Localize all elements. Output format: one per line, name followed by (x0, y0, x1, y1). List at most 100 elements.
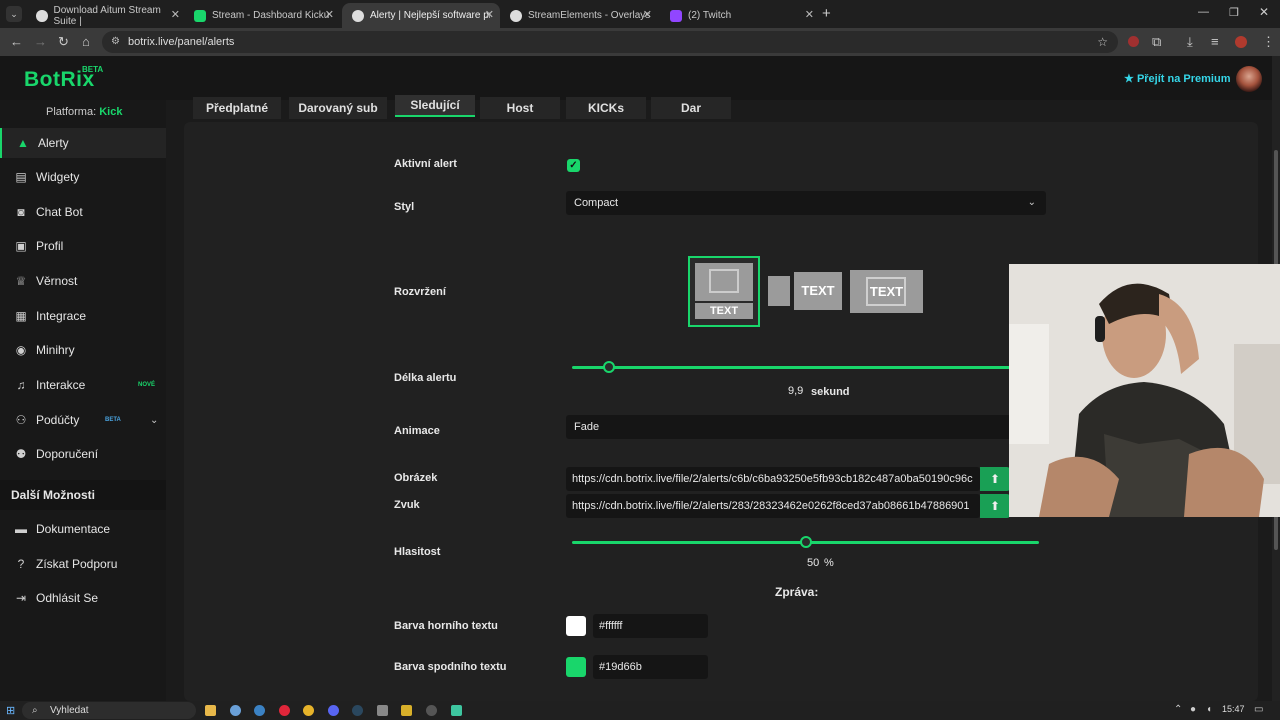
browser-menu-icon[interactable]: ⋮ (1262, 34, 1275, 50)
extension-avatar-icon[interactable] (1128, 36, 1139, 47)
webcam-image (1009, 264, 1280, 517)
style-select[interactable]: Compact ⌄ (566, 191, 1046, 215)
forward-icon[interactable]: → (34, 34, 47, 49)
users-icon: ⚇ (15, 413, 27, 427)
style-select-value: Compact (574, 197, 619, 209)
close-tab-icon[interactable]: ✕ (643, 8, 652, 21)
media-icon[interactable]: ≡ (1211, 34, 1219, 49)
sidebar-item-chat-bot[interactable]: ◙ Chat Bot (0, 197, 166, 227)
upload-sound-button[interactable]: ⬆ (980, 494, 1010, 518)
tab-predplatne[interactable]: Předplatné (193, 97, 281, 119)
tab-host[interactable]: Host (480, 97, 560, 119)
volume-icon[interactable]: ◖ (1206, 704, 1212, 715)
close-window-icon[interactable]: ✕ (1259, 5, 1269, 19)
tab-darovany-sub[interactable]: Darovaný sub (289, 97, 387, 119)
upload-image-button[interactable]: ⬆ (980, 467, 1010, 491)
bottom-text-color-swatch[interactable] (566, 657, 586, 677)
sidebar-item-alerty[interactable]: ▲ Alerty (0, 128, 166, 158)
app-icon[interactable] (230, 705, 241, 716)
user-avatar[interactable] (1236, 66, 1262, 92)
sidebar-item-poducty[interactable]: ⚇ Podúčty BETA ⌄ (0, 405, 166, 435)
opera-icon[interactable] (279, 705, 290, 716)
sidebar-item-minihry[interactable]: ◉ Minihry (0, 335, 166, 365)
restore-icon[interactable]: ❐ (1229, 6, 1239, 19)
premium-link[interactable]: ★ Přejít na Premium (1124, 72, 1230, 85)
close-tab-icon[interactable]: ✕ (325, 8, 334, 21)
download-icon[interactable]: ⤓ (1187, 34, 1193, 50)
tab-sledujici[interactable]: Sledující (395, 95, 475, 117)
sidebar-item-doporuceni[interactable]: ⚉ Doporučení (0, 439, 166, 469)
layout-text-label: TEXT (869, 284, 904, 299)
sidebar: Platforma: Kick ▲ Alerty ▤ Widgety ◙ Cha… (0, 100, 166, 701)
discord-icon[interactable] (328, 705, 339, 716)
tray-chevron-icon[interactable]: ⌃ (1174, 704, 1182, 715)
app-icon[interactable] (451, 705, 462, 716)
chrome-icon[interactable] (303, 705, 314, 716)
sidebar-item-label: Odhlásit Se (36, 591, 99, 605)
close-tab-icon[interactable]: ✕ (805, 8, 814, 21)
sidebar-item-profil[interactable]: ▣ Profil (0, 231, 166, 261)
url-field[interactable]: ⚙ botrix.live/panel/alerts ☆ (102, 31, 1118, 53)
layout-option-side[interactable]: TEXT (768, 272, 842, 310)
tab-menu-button[interactable]: ⌄ (6, 6, 22, 22)
close-tab-icon[interactable]: ✕ (485, 8, 494, 21)
browser-tab[interactable]: StreamElements - Overlays ✕ (500, 3, 658, 28)
clock[interactable]: 15:47 (1222, 704, 1245, 714)
duration-slider-track[interactable] (572, 366, 1039, 369)
sidebar-item-dokumentace[interactable]: ▬ Dokumentace (0, 514, 166, 544)
app-icon[interactable] (426, 705, 437, 716)
image-placeholder-icon (768, 276, 790, 306)
layout-option-overlay[interactable]: TEXT (850, 270, 923, 313)
browser-tab-active[interactable]: Alerty | Nejlepší software pro v ✕ (342, 3, 500, 28)
animation-label: Animace (394, 425, 440, 437)
duration-unit: sekund (811, 386, 850, 398)
tab-favicon-icon (36, 9, 48, 22)
browser-tab[interactable]: Download Aitum Stream Suite | ✕ (26, 3, 186, 28)
steam-icon[interactable] (352, 705, 363, 716)
reload-icon[interactable]: ↻ (58, 34, 69, 50)
browser-tab[interactable]: (2) Twitch ✕ (660, 3, 820, 28)
start-icon[interactable]: ⊞ (6, 704, 15, 717)
layout-option-stacked[interactable]: TEXT (688, 256, 760, 327)
new-tab-icon[interactable]: + (822, 5, 831, 22)
sidebar-item-interakce[interactable]: ♫ Interakce NOVÉ (0, 370, 166, 400)
tab-dar[interactable]: Dar (651, 97, 731, 119)
back-icon[interactable]: ← (10, 34, 23, 49)
extensions-icon[interactable]: ⧉ (1152, 34, 1161, 50)
top-text-color-input[interactable]: #ffffff (593, 614, 708, 638)
volume-slider-handle[interactable] (799, 536, 812, 548)
sidebar-item-label: Podúčty (36, 413, 80, 427)
app-icon[interactable] (377, 705, 388, 716)
site-info-icon[interactable]: ⚙ (111, 31, 120, 53)
image-label: Obrázek (394, 472, 438, 484)
animation-select[interactable]: Fade (566, 415, 1046, 439)
tab-favicon-icon (510, 9, 522, 22)
bookmark-star-icon[interactable]: ☆ (1097, 31, 1108, 53)
sound-url-input[interactable]: https://cdn.botrix.live/file/2/alerts/28… (566, 494, 980, 518)
minimize-icon[interactable]: — (1198, 6, 1209, 18)
sidebar-item-odhlasit[interactable]: ⇥ Odhlásit Se (0, 583, 166, 613)
top-text-color-swatch[interactable] (566, 616, 586, 636)
sidebar-item-vernost[interactable]: ♕ Věrnost (0, 266, 166, 296)
bottom-text-color-input[interactable]: #19d66b (593, 655, 708, 679)
microphone-icon[interactable]: ● (1190, 704, 1196, 715)
app-icon[interactable] (254, 705, 265, 716)
tab-kicks[interactable]: KICKs (566, 97, 646, 119)
close-tab-icon[interactable]: ✕ (171, 8, 180, 21)
layout-text-label: TEXT (794, 272, 842, 310)
active-alert-checkbox[interactable]: ✓ (567, 159, 580, 172)
app-icon[interactable] (401, 705, 412, 716)
home-icon[interactable]: ⌂ (82, 34, 90, 49)
taskbar-search[interactable]: ⌕ Vyhledat (22, 702, 196, 719)
bottom-text-color-label: Barva spodního textu (394, 661, 507, 673)
sidebar-item-widgety[interactable]: ▤ Widgety (0, 162, 166, 192)
sidebar-item-podpora[interactable]: ? Získat Podporu (0, 549, 166, 579)
file-explorer-icon[interactable] (205, 705, 216, 716)
notification-icon[interactable]: ▭ (1254, 704, 1263, 715)
profile-avatar-icon[interactable] (1235, 36, 1247, 48)
image-url-input[interactable]: https://cdn.botrix.live/file/2/alerts/c6… (566, 467, 980, 491)
chevron-down-icon[interactable]: ⌄ (150, 415, 158, 426)
browser-tab[interactable]: Stream - Dashboard Kicku ✕ (184, 3, 340, 28)
tab-favicon-icon (352, 9, 364, 22)
sidebar-item-integrace[interactable]: ▦ Integrace (0, 301, 166, 331)
